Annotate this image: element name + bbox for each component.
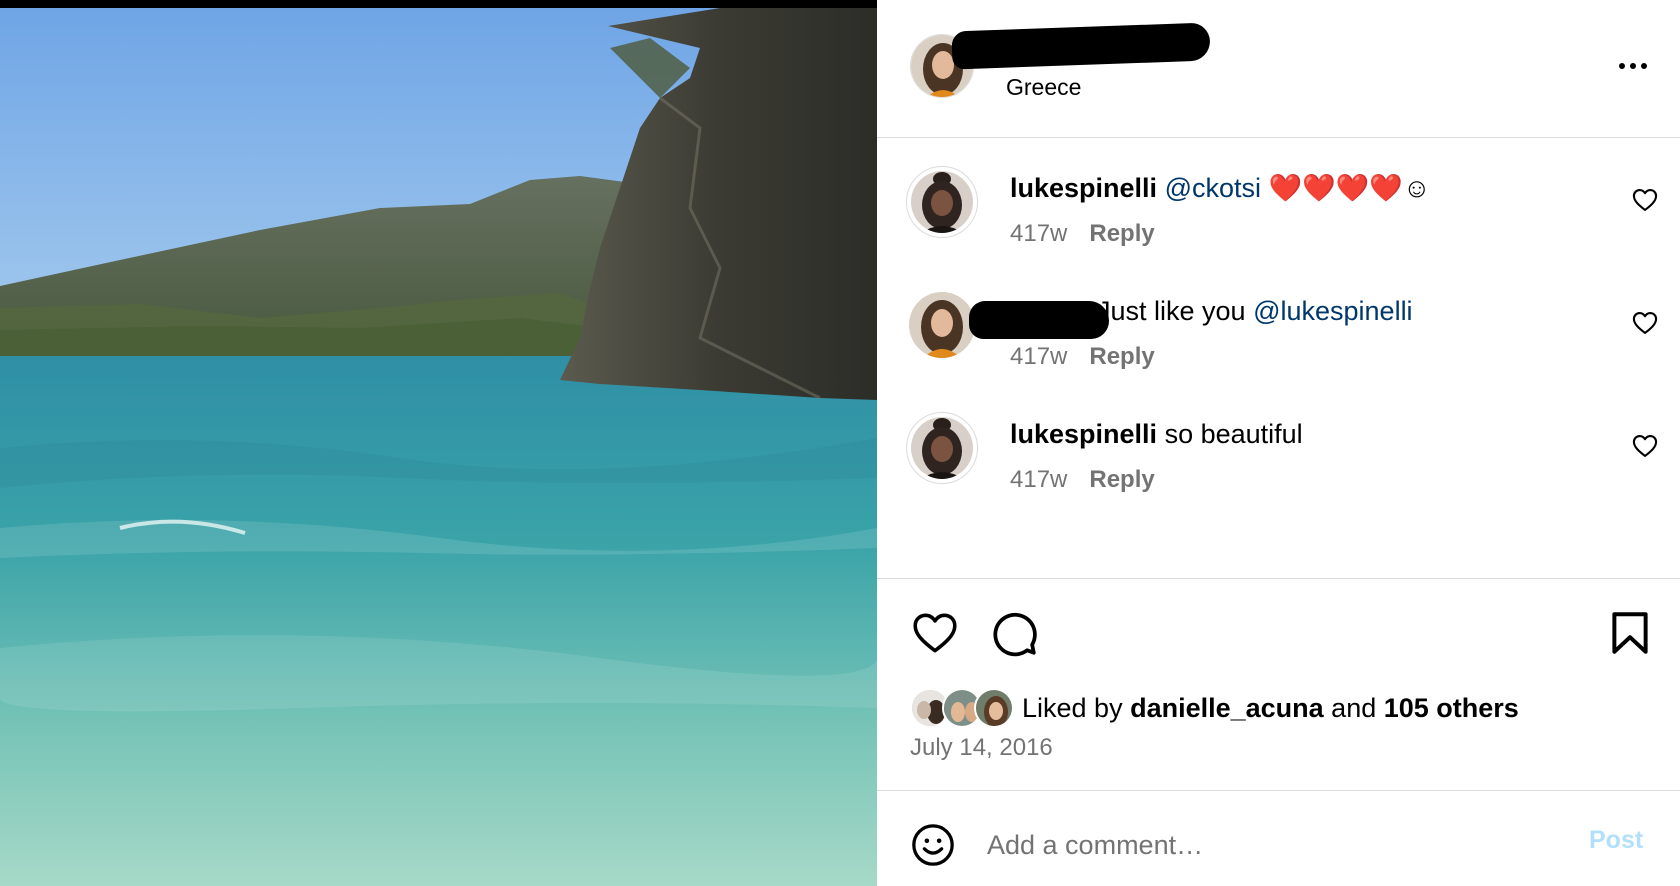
commenter-avatar-image (911, 171, 973, 233)
top-bar (0, 0, 877, 8)
comment-text: lukespinelli @ckotsi ❤️❤️❤️❤️☺ (1010, 171, 1431, 205)
post-panel: Greece lukespinelli @ckotsi ❤️❤️❤️❤️☺ 41… (877, 0, 1680, 886)
more-options-button[interactable] (1613, 52, 1653, 80)
commenter-avatar-image (911, 417, 973, 479)
save-bookmark-icon[interactable] (1605, 608, 1655, 658)
comment-item: lukespinelli @ckotsi ❤️❤️❤️❤️☺ 417w Reply (877, 166, 1680, 276)
likes-middle: and (1323, 692, 1384, 723)
comment-meta: 417w Reply (1010, 343, 1155, 371)
liker-avatar[interactable] (974, 688, 1014, 728)
liker-username[interactable]: danielle_acuna (1130, 693, 1324, 723)
comment-item: Just like you @lukespinelli 417w Reply (877, 289, 1680, 399)
comment-text: lukespinelli so beautiful (1010, 417, 1303, 451)
post-comment-button[interactable]: Post (1589, 826, 1643, 855)
commenter-avatar[interactable] (906, 412, 978, 484)
comment-username[interactable]: lukespinelli (1010, 419, 1157, 449)
post-photo[interactable] (0, 8, 877, 886)
post-location[interactable]: Greece (1006, 74, 1081, 101)
more-dot-icon (1630, 63, 1636, 69)
likes-prefix: Liked by (1022, 692, 1131, 723)
comment-meta: 417w Reply (1010, 220, 1155, 248)
comment-meta: 417w Reply (1010, 466, 1155, 494)
redacted-username (951, 22, 1211, 70)
liker-avatar-image (976, 690, 1012, 726)
likes-others-count[interactable]: 105 others (1384, 693, 1519, 723)
emoji-smiley-icon[interactable] (910, 822, 956, 868)
more-dot-icon (1641, 63, 1647, 69)
post-actions (877, 600, 1680, 660)
comment-like-heart-icon[interactable] (1631, 309, 1659, 337)
comment-item: lukespinelli so beautiful 417w Reply (877, 412, 1680, 522)
likes-summary: Liked by danielle_acuna and 105 others (910, 686, 1519, 730)
post-date[interactable]: July 14, 2016 (910, 734, 1053, 762)
commenter-avatar[interactable] (906, 166, 978, 238)
comment-bubble-icon[interactable] (989, 608, 1039, 658)
comment-age: 417w (1010, 466, 1068, 493)
commenter-avatar-image (909, 292, 975, 358)
comment-text: Just like you @lukespinelli (1097, 294, 1413, 328)
reply-button[interactable]: Reply (1089, 220, 1154, 247)
more-dot-icon (1619, 63, 1625, 69)
reply-button[interactable]: Reply (1089, 343, 1154, 370)
add-comment-input[interactable] (987, 822, 1547, 868)
comment-like-heart-icon[interactable] (1631, 186, 1659, 214)
comment-age: 417w (1010, 343, 1068, 370)
comments-list: lukespinelli @ckotsi ❤️❤️❤️❤️☺ 417w Reply (877, 139, 1680, 579)
comment-like-heart-icon[interactable] (1631, 432, 1659, 460)
comment-mention[interactable]: @lukespinelli (1253, 296, 1412, 326)
beach-photo (0, 8, 877, 886)
comment-body: Just like you (1097, 296, 1254, 326)
comment-username[interactable]: lukespinelli (1010, 173, 1157, 203)
comment-mention[interactable]: @ckotsi (1165, 173, 1261, 203)
reply-button[interactable]: Reply (1089, 466, 1154, 493)
comment-body: so beautiful (1157, 419, 1303, 449)
actions-separator (877, 578, 1680, 579)
commenter-avatar[interactable] (906, 289, 978, 361)
post-header: Greece (877, 0, 1680, 138)
comment-box-separator (877, 790, 1680, 791)
comment-age: 417w (1010, 220, 1068, 247)
redacted-commenter-name (969, 301, 1109, 339)
like-heart-icon[interactable] (910, 608, 960, 658)
likes-text: Liked by danielle_acuna and 105 others (1022, 693, 1519, 724)
liker-avatars (910, 686, 1018, 730)
comment-body: ❤️❤️❤️❤️☺ (1261, 173, 1431, 203)
